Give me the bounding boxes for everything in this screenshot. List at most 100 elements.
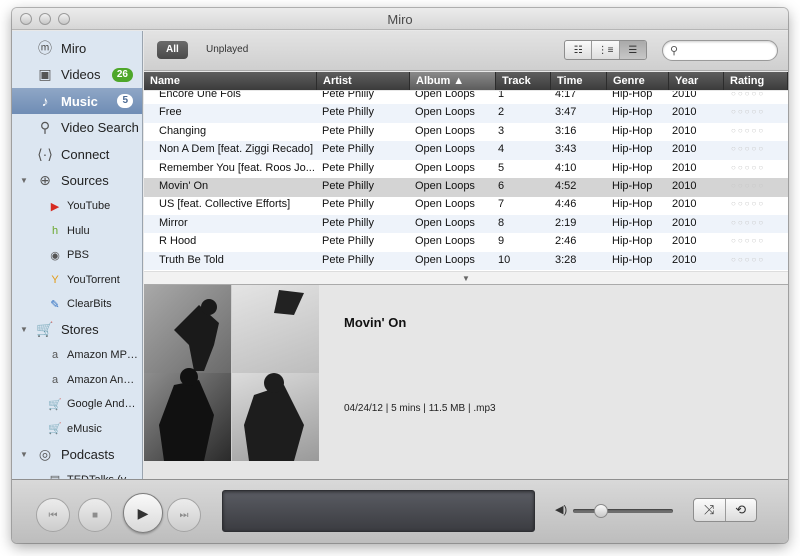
column-header-track[interactable]: Track [496,72,551,90]
table-row[interactable]: Encore Une Fois Pete Philly Open Loops 1 4:1… [144,91,788,105]
disclosure-triangle-icon[interactable]: ▼ [20,176,28,185]
sidebar-item-emusic[interactable]: 🛒 eMusic [12,417,142,441]
sidebar-item-clearbits[interactable]: ✎ ClearBits [12,292,142,316]
album-list-icon: ⋮≡ [597,44,614,56]
item-title: Movin' On [344,315,407,330]
cell-time: 4:52 [555,180,577,192]
sidebar-item-podcasts[interactable]: ▼ ◎ Podcasts [12,441,142,467]
rating-stars[interactable]: ○○○○○ [731,91,765,98]
repeat-button[interactable]: ⟲ [726,499,757,521]
track-list: Encore Une Fois Pete Philly Open Loops 1 4:1… [144,91,788,271]
sidebar-item-videos[interactable]: ▣ Videos 26 [12,62,142,88]
volume-slider[interactable] [573,504,673,518]
cell-year: 2010 [672,161,697,174]
cell-name: Remember You [feat. Roos Jo... [159,161,315,174]
cell-genre: Hip-Hop [612,124,653,137]
list-view-button[interactable]: ☰ [619,41,646,59]
cell-name: Encore Une Fois [159,91,241,100]
play-icon: ▶ [137,504,149,521]
videos-icon: ▣ [38,66,52,82]
cell-name: Free [159,106,182,119]
volume-knob[interactable] [594,504,608,518]
sidebar-item-video-search[interactable]: ⚲ Video Search [12,115,142,141]
sidebar-item-miro[interactable]: ⓜ Miro [12,35,142,61]
disclosure-triangle-icon[interactable]: ▼ [20,450,28,459]
cell-album: Open Loops [415,216,475,229]
scroll-down-arrow[interactable]: ▼ [144,271,788,285]
search-box[interactable]: ⚲ [662,40,778,61]
sidebar-item-label: Amazon Android Apps [67,373,139,386]
play-button[interactable]: ▶ [123,493,163,533]
rating-stars[interactable]: ○○○○○ [731,236,765,245]
column-header-year[interactable]: Year [669,72,724,90]
rating-stars[interactable]: ○○○○○ [731,144,765,153]
cell-genre: Hip-Hop [612,253,653,266]
column-header-artist[interactable]: Artist [317,72,410,90]
sidebar-item-amazon-android-apps[interactable]: a Amazon Android Apps [12,368,142,392]
next-button[interactable]: ⏭ [167,498,201,532]
cell-track: 5 [498,161,505,174]
column-header-time[interactable]: Time [551,72,607,90]
column-header-album[interactable]: Album ▲ [410,72,496,90]
normal-view-button[interactable]: ☷ [565,41,593,59]
rating-stars[interactable]: ○○○○○ [731,199,765,208]
table-row[interactable]: R Hood Pete Philly Open Loops 9 2:46 Hip-Hop 2… [144,233,788,252]
cell-year: 2010 [672,253,697,266]
sidebar-item-sources[interactable]: ▼ ⊕ Sources [12,168,142,194]
sidebar-item-label: PBS [67,249,90,261]
rating-stars[interactable]: ○○○○○ [731,255,765,264]
table-row[interactable]: Changing Pete Philly Open Loops 3 3:16 Hip-Ho… [144,123,788,142]
shuffle-button[interactable]: ⤨ [694,499,726,521]
sidebar-item-youtube[interactable]: ▶ YouTube [12,194,142,218]
table-row[interactable]: Free Pete Philly Open Loops 2 3:47 Hip-Hop 201… [144,104,788,123]
stop-button[interactable]: ■ [78,498,112,532]
table-row[interactable]: Remember You [feat. Roos Jo... Pete Phill… [144,160,788,179]
cell-name: Mirror [159,216,188,229]
album-view-button[interactable]: ⋮≡ [592,41,620,59]
column-header-rating[interactable]: Rating [724,72,788,90]
cell-album: Open Loops [415,253,475,266]
cell-time: 2:19 [555,216,577,229]
connect-icon: ⟨·⟩ [37,145,53,162]
globe-icon: ⊕ [39,172,51,188]
filter-all-button[interactable]: All [157,41,188,59]
sidebar-item-amazon-mp3-store[interactable]: a Amazon MP3 Store [12,343,142,367]
rating-stars[interactable]: ○○○○○ [731,126,765,135]
rating-stars[interactable]: ○○○○○ [731,163,765,172]
table-row[interactable]: Movin' On Pete Philly Open Loops 6 4:52 Hip-H… [144,178,788,197]
cell-track: 8 [498,216,505,229]
sidebar-item-music[interactable]: ♪ Music 5 [12,88,142,114]
cell-track: 4 [498,143,505,156]
cell-track: 6 [498,180,505,192]
sidebar-item-label: ClearBits [67,298,112,310]
sidebar-item-google-android-market[interactable]: 🛒 Google Android Market [12,392,142,416]
rating-stars[interactable]: ○○○○○ [731,181,765,190]
disclosure-triangle-icon[interactable]: ▼ [20,325,28,334]
cell-genre: Hip-Hop [612,198,653,211]
podcast-icon: ◎ [38,445,52,462]
search-input[interactable] [683,43,771,58]
table-row[interactable]: US [feat. Collective Efforts] Pete Philly… [144,196,788,215]
table-row[interactable]: Mirror Pete Philly Open Loops 8 2:19 Hip-Hop 2… [144,214,788,234]
rating-stars[interactable]: ○○○○○ [731,218,765,227]
sidebar-item-label: Videos [61,67,101,82]
column-header-genre[interactable]: Genre [607,72,669,90]
previous-button[interactable]: ⏮ [36,498,70,532]
column-header-name[interactable]: Name [144,72,317,90]
cell-genre: Hip-Hop [612,235,653,248]
cell-album: Open Loops [415,91,475,100]
cell-artist: Pete Philly [322,106,374,119]
rating-stars[interactable]: ○○○○○ [731,107,765,116]
table-row[interactable]: Truth Be Told Pete Philly Open Loops 10 3:28… [144,251,788,271]
sidebar-item-pbs[interactable]: ◉ PBS [12,243,142,267]
sidebar-item-hulu[interactable]: h Hulu [12,219,142,243]
details-bottom-strip [144,461,788,479]
filter-unplayed-button[interactable]: Unplayed [206,41,248,59]
cell-artist: Pete Philly [322,253,374,266]
sidebar-item-stores[interactable]: ▼ 🛒 Stores [12,317,142,343]
sidebar-item-tedtalks-video[interactable]: ▤TEDTalks (video) [12,468,142,480]
sidebar-item-connect[interactable]: ⟨·⟩ Connect [12,141,142,167]
cart-icon: 🛒 [48,423,62,435]
table-row[interactable]: Non A Dem [feat. Ziggi Recado] Pete Phill… [144,141,788,160]
sidebar-item-youtorrent[interactable]: Y YouTorrent [12,268,142,292]
